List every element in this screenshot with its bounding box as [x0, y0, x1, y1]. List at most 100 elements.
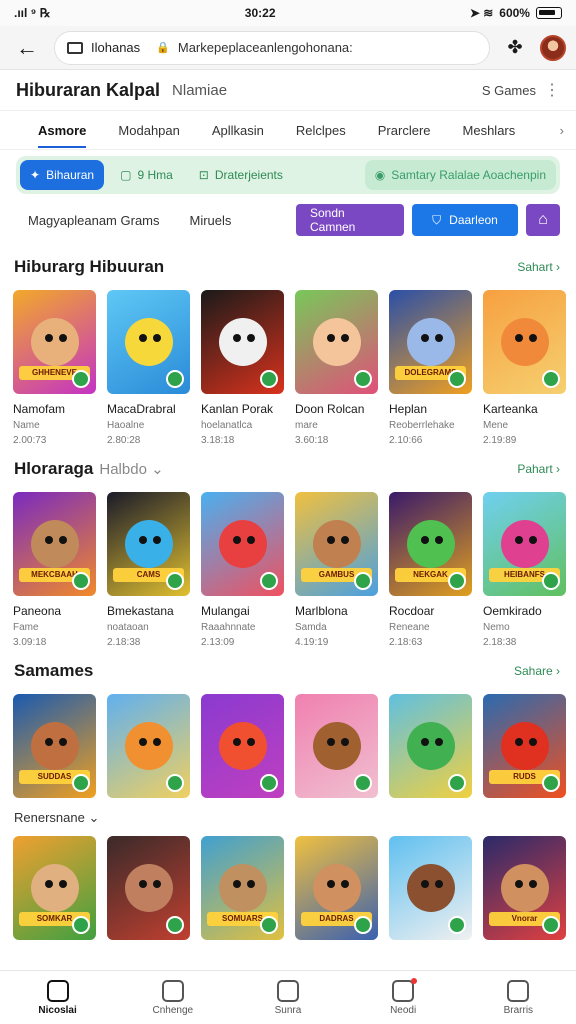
game-card[interactable]: MacaDrabral Haoalne 2.80:28: [107, 290, 190, 446]
game-thumbnail[interactable]: SOMUARS: [201, 836, 284, 940]
sondn-button[interactable]: Sondn Camnen: [296, 204, 404, 236]
play-icon[interactable]: [260, 572, 278, 590]
game-card[interactable]: [201, 694, 284, 798]
play-icon[interactable]: [354, 572, 372, 590]
game-thumbnail[interactable]: SUDDAS: [13, 694, 96, 798]
play-icon[interactable]: [166, 774, 184, 792]
game-thumbnail[interactable]: Vnorar: [483, 836, 566, 940]
play-icon[interactable]: [260, 774, 278, 792]
game-card[interactable]: MEKCBAAH Paneona Fame 3.09:18: [13, 492, 96, 648]
play-icon[interactable]: [354, 370, 372, 388]
game-card[interactable]: GAMBUS Marlblona Samda 4.19:19: [295, 492, 378, 648]
game-thumbnail[interactable]: DADRAS: [295, 836, 378, 940]
game-thumbnail[interactable]: GAMBUS: [295, 492, 378, 596]
nav-item-cnhenge[interactable]: Cnhenge: [128, 979, 218, 1016]
game-card[interactable]: GHHENEVE Namofam Name 2.00:73: [13, 290, 96, 446]
home-shortcut-icon[interactable]: ⌂: [526, 204, 560, 236]
play-icon[interactable]: [72, 916, 90, 934]
game-card[interactable]: Doon Rolcan mare 3.60:18: [295, 290, 378, 446]
game-card[interactable]: SOMKAR: [13, 836, 96, 940]
chip-draterjeients[interactable]: ⊡ Draterjeients: [189, 160, 293, 190]
game-card[interactable]: Karteanka Mene 2.19:89: [483, 290, 566, 446]
game-thumbnail[interactable]: [107, 694, 190, 798]
play-icon[interactable]: [166, 572, 184, 590]
play-icon[interactable]: [542, 774, 560, 792]
game-thumbnail[interactable]: [201, 492, 284, 596]
filter-label-a[interactable]: Magyapleanam Grams: [28, 213, 160, 228]
tab-apllkasin[interactable]: Apllkasin: [212, 123, 264, 138]
chip-samtary[interactable]: ◉ Samtary Ralalae Aoachenpin: [364, 160, 556, 190]
game-card[interactable]: Mulangai Raaahnnate 2.13:09: [201, 492, 284, 648]
play-icon[interactable]: [72, 572, 90, 590]
game-thumbnail[interactable]: RUDS: [483, 694, 566, 798]
tab-relclpes[interactable]: Relclpes: [296, 123, 346, 138]
game-card[interactable]: NEKGAK Rocdoar Reneane 2.18:63: [389, 492, 472, 648]
tab-prarclere[interactable]: Prarclere: [378, 123, 431, 138]
play-icon[interactable]: [166, 916, 184, 934]
game-card[interactable]: DADRAS: [295, 836, 378, 940]
play-icon[interactable]: [72, 370, 90, 388]
section-filter-dropdown[interactable]: Halbdo ⌄: [99, 460, 163, 478]
see-all-link[interactable]: Sahare ›: [514, 664, 560, 678]
nav-item-nicoslai[interactable]: Nicoslai: [13, 979, 103, 1016]
game-thumbnail[interactable]: [201, 694, 284, 798]
game-thumbnail[interactable]: GHHENEVE: [13, 290, 96, 394]
game-thumbnail[interactable]: [201, 290, 284, 394]
see-all-link[interactable]: Pahart ›: [517, 462, 560, 476]
play-icon[interactable]: [354, 774, 372, 792]
game-thumbnail[interactable]: NEKGAK: [389, 492, 472, 596]
chevron-right-icon[interactable]: ›: [560, 123, 564, 138]
play-icon[interactable]: [448, 370, 466, 388]
game-card[interactable]: RUDS: [483, 694, 566, 798]
game-card[interactable]: [389, 694, 472, 798]
game-thumbnail[interactable]: HEIBANFS: [483, 492, 566, 596]
play-icon[interactable]: [448, 572, 466, 590]
filter-label-b[interactable]: Miruels: [190, 213, 232, 228]
game-thumbnail[interactable]: [295, 694, 378, 798]
game-thumbnail[interactable]: [295, 290, 378, 394]
avatar[interactable]: [540, 34, 566, 61]
chip-9hma[interactable]: ▢ 9 Hma: [110, 160, 183, 190]
daarleon-button[interactable]: ⛉ Daarleon: [412, 204, 518, 236]
play-icon[interactable]: [72, 774, 90, 792]
game-card[interactable]: [295, 694, 378, 798]
game-card[interactable]: SOMUARS: [201, 836, 284, 940]
nav-item-brarris[interactable]: Brarris: [473, 979, 563, 1016]
game-card[interactable]: Vnorar: [483, 836, 566, 940]
game-thumbnail[interactable]: [389, 694, 472, 798]
game-thumbnail[interactable]: MEKCBAAH: [13, 492, 96, 596]
game-card[interactable]: HEIBANFS Oemkirado Nemo 2.18:38: [483, 492, 566, 648]
play-icon[interactable]: [260, 916, 278, 934]
more-vertical-icon[interactable]: ⋮: [544, 80, 560, 100]
game-card[interactable]: CAMS Bmekastana noataoan 2.18:38: [107, 492, 190, 648]
tab-meshlars[interactable]: Meshlars: [463, 123, 516, 138]
game-card[interactable]: [389, 836, 472, 940]
play-icon[interactable]: [354, 916, 372, 934]
play-icon[interactable]: [260, 370, 278, 388]
play-icon[interactable]: [448, 774, 466, 792]
address-bar[interactable]: Ilohanas 🔒 Markepeplaceanlengohonana:: [54, 30, 490, 65]
play-icon[interactable]: [542, 916, 560, 934]
game-thumbnail[interactable]: DOLEGRAMS: [389, 290, 472, 394]
see-all-link[interactable]: Sahart ›: [517, 260, 560, 274]
play-icon[interactable]: [166, 370, 184, 388]
play-icon[interactable]: [542, 370, 560, 388]
game-thumbnail[interactable]: [389, 836, 472, 940]
game-card[interactable]: [107, 694, 190, 798]
back-arrow-icon[interactable]: ←: [10, 31, 44, 65]
puzzle-icon[interactable]: ✤: [500, 33, 530, 63]
game-card[interactable]: [107, 836, 190, 940]
game-thumbnail[interactable]: SOMKAR: [13, 836, 96, 940]
play-icon[interactable]: [542, 572, 560, 590]
section-subfilter[interactable]: Renersnane ⌄: [0, 806, 576, 830]
tab-asmore[interactable]: Asmore: [38, 123, 87, 148]
game-thumbnail[interactable]: [483, 290, 566, 394]
nav-item-sunra[interactable]: Sunra: [243, 979, 333, 1016]
tab-modahpan[interactable]: Modahpan: [118, 123, 179, 138]
game-thumbnail[interactable]: CAMS: [107, 492, 190, 596]
game-thumbnail[interactable]: [107, 290, 190, 394]
game-card[interactable]: DOLEGRAMS Heplan Reoberrlehake 2.10:66: [389, 290, 472, 446]
play-icon[interactable]: [448, 916, 466, 934]
game-thumbnail[interactable]: [107, 836, 190, 940]
game-card[interactable]: SUDDAS: [13, 694, 96, 798]
